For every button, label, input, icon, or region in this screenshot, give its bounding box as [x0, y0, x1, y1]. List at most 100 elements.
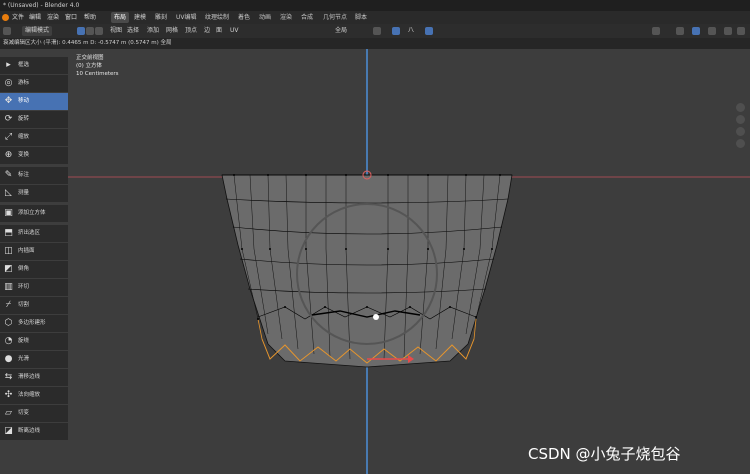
tool-edge-slide[interactable]: ⇆ 滑移边线 [0, 369, 68, 386]
menu-vertex[interactable]: 顶点 [185, 24, 197, 38]
menu-file[interactable]: 文件 [12, 11, 24, 24]
measure-icon: ◺ [5, 188, 12, 198]
window-title: * (Unsaved) - Blender 4.0 [3, 2, 80, 9]
snap-target[interactable]: 八 [408, 24, 414, 38]
tool-transform[interactable]: ⊕ 变换 [0, 147, 68, 164]
origin-point [373, 314, 379, 320]
tool-shear[interactable]: ▱ 切变 [0, 405, 68, 422]
smooth-icon: ● [4, 354, 13, 364]
tab-layout[interactable]: 布局 [111, 12, 130, 23]
gizmo-icon[interactable] [676, 27, 684, 35]
tab-sculpt[interactable]: 雕刻 [152, 12, 170, 23]
tool-select-box[interactable]: ▸ 框选 [0, 57, 68, 74]
watermark: CSDN @小兔子烧包谷 [528, 445, 681, 463]
tool-knife[interactable]: ⌿ 切割 [0, 297, 68, 314]
tool-measure[interactable]: ◺ 测量 [0, 185, 68, 202]
extrude-icon: ⬒ [4, 228, 13, 238]
tool-annotate[interactable]: ✎ 标注 [0, 167, 68, 184]
overlay-icon[interactable] [692, 27, 700, 35]
tab-compositing[interactable]: 合成 [298, 12, 316, 23]
tool-rip[interactable]: ◪ 断离边线 [0, 423, 68, 440]
shrink-icon: ✣ [4, 390, 13, 400]
camera-icon[interactable] [736, 127, 745, 136]
tool-bevel[interactable]: ◩ 倒角 [0, 261, 68, 278]
annotate-icon: ✎ [4, 170, 13, 180]
tab-shading[interactable]: 着色 [235, 12, 253, 23]
menu-uv[interactable]: UV [230, 24, 239, 38]
tab-geometry-nodes[interactable]: 几何节点 [320, 12, 350, 23]
tool-cursor[interactable]: ◎ 游标 [0, 75, 68, 92]
edge-slide-icon: ⇆ [4, 372, 13, 382]
top-menu-bar: 文件 编辑 渲染 窗口 帮助 布局 建模 雕刻 UV编辑 纹理绘制 着色 动画 … [0, 11, 750, 24]
tool-inset[interactable]: ◫ 内插面 [0, 243, 68, 260]
tab-rendering[interactable]: 渲染 [277, 12, 295, 23]
snap-icon[interactable] [392, 27, 400, 35]
visibility-icon[interactable] [652, 27, 660, 35]
menu-edit[interactable]: 编辑 [29, 11, 41, 24]
scale-icon: ⤢ [4, 132, 13, 142]
viewport-header: 编辑模式 视图 选择 添加 网格 顶点 边 面 UV 全局 八 [0, 24, 750, 38]
rotate-icon: ⟳ [4, 114, 13, 124]
menu-add[interactable]: 添加 [147, 24, 159, 38]
status-text: 衰减编辑区大小 (平滑): 0.4465 m D: -0.5747 m (0.5… [3, 40, 172, 46]
transform-icon: ⊕ [4, 150, 13, 160]
menu-edge[interactable]: 边 [204, 24, 210, 38]
bevel-icon: ◩ [4, 264, 13, 274]
spin-icon: ◔ [4, 336, 13, 346]
move-icon: ✥ [4, 96, 13, 106]
tool-loop-cut[interactable]: ▥ 环切 [0, 279, 68, 296]
edge-select-icon[interactable] [86, 27, 94, 35]
knife-icon: ⌿ [5, 300, 12, 310]
operator-status-bar: 衰减编辑区大小 (平滑): 0.4465 m D: -0.5747 m (0.5… [0, 38, 750, 49]
viewport-info: 正交前视图 (0) 立方体 10 Centimeters [76, 54, 119, 78]
menu-window[interactable]: 窗口 [65, 11, 77, 24]
shading-render-icon[interactable] [737, 27, 745, 35]
vertex-select-icon[interactable] [77, 27, 85, 35]
loop-cut-icon: ▥ [4, 282, 13, 292]
tab-uv-editing[interactable]: UV编辑 [173, 12, 200, 23]
face-select-icon[interactable] [95, 27, 103, 35]
tab-modeling[interactable]: 建模 [131, 12, 149, 23]
active-object: (0) 立方体 [76, 63, 103, 69]
viewport-canvas [0, 49, 750, 474]
shading-solid-icon[interactable] [724, 27, 732, 35]
menu-face[interactable]: 面 [216, 24, 222, 38]
tool-scale[interactable]: ⤢ 缩放 [0, 129, 68, 146]
cursor-icon: ▸ [6, 60, 11, 70]
tool-extrude[interactable]: ⬒ 挤出选区 [0, 225, 68, 242]
add-cube-icon: ▣ [4, 208, 13, 218]
menu-select[interactable]: 选择 [127, 24, 139, 38]
pivot-icon[interactable] [373, 27, 381, 35]
menu-view[interactable]: 视图 [110, 24, 122, 38]
tool-shrink-fatten[interactable]: ✣ 法向缩放 [0, 387, 68, 404]
rip-icon: ◪ [4, 426, 13, 436]
poly-build-icon: ⬡ [4, 318, 13, 328]
editor-type-icon[interactable] [3, 27, 11, 35]
title-bar: * (Unsaved) - Blender 4.0 [0, 0, 750, 11]
menu-render[interactable]: 渲染 [47, 11, 59, 24]
tool-smooth[interactable]: ● 光滑 [0, 351, 68, 368]
menu-mesh[interactable]: 网格 [166, 24, 178, 38]
tool-rotate[interactable]: ⟳ 旋转 [0, 111, 68, 128]
tool-poly-build[interactable]: ⬡ 多边形建形 [0, 315, 68, 332]
inset-icon: ◫ [4, 246, 13, 256]
tool-move[interactable]: ✥ 移动 [0, 93, 68, 110]
tool-spin[interactable]: ◔ 旋绕 [0, 333, 68, 350]
orientation-dropdown[interactable]: 全局 [335, 24, 347, 38]
tool-add-cube[interactable]: ▣ 添加立方体 [0, 205, 68, 222]
proportional-edit-icon[interactable] [425, 27, 433, 35]
pan-icon[interactable] [736, 115, 745, 124]
cursor-target-icon: ◎ [4, 78, 13, 88]
view-name: 正交前视图 [76, 55, 104, 61]
menu-help[interactable]: 帮助 [84, 11, 96, 24]
xray-icon[interactable] [708, 27, 716, 35]
grid-scale: 10 Centimeters [76, 71, 119, 77]
mode-dropdown[interactable]: 编辑模式 [22, 26, 53, 36]
tab-animation[interactable]: 动画 [256, 12, 274, 23]
tab-scripting[interactable]: 脚本 [352, 12, 370, 23]
zoom-icon[interactable] [736, 103, 745, 112]
tab-texture-paint[interactable]: 纹理绘制 [202, 12, 232, 23]
perspective-icon[interactable] [736, 139, 745, 148]
3d-viewport[interactable]: 正交前视图 (0) 立方体 10 Centimeters [0, 49, 750, 474]
blender-logo-icon[interactable] [2, 14, 9, 21]
